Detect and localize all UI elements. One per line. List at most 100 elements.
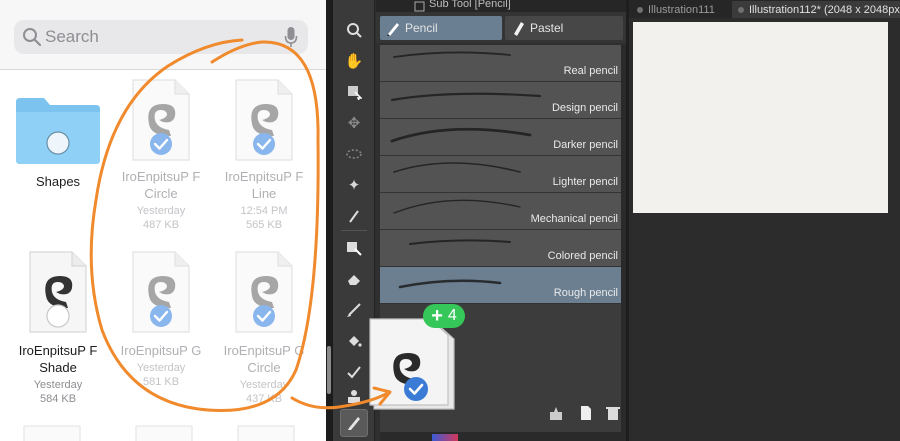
file-name: IroEnpitsuP G Circle — [223, 343, 305, 375]
canvas-tab-label: Illustration111 — [648, 3, 715, 16]
subtool-menu-icon[interactable] — [414, 0, 426, 12]
move-arrows-icon: ✥ — [347, 115, 361, 132]
brush-icon — [347, 303, 361, 317]
subtool-brush-row[interactable]: Lighter pencil — [380, 156, 621, 193]
color-swatch[interactable] — [432, 434, 458, 441]
zoom-tool-button[interactable] — [340, 16, 368, 44]
file-size: 581 KB — [142, 376, 180, 388]
tab-dot-icon — [637, 6, 643, 13]
zoom-icon — [347, 23, 362, 38]
checkmark-icon — [404, 377, 428, 401]
brush-name: Real pencil — [563, 65, 618, 77]
subtool-brush-row[interactable]: Mechanical pencil — [380, 193, 621, 230]
pencil-icon — [387, 23, 399, 36]
files-header: Search — [0, 0, 326, 70]
document-icon — [29, 251, 87, 333]
file-size: 487 KB — [142, 219, 180, 231]
pastel-icon — [514, 22, 524, 36]
file-size: 565 KB — [245, 219, 283, 231]
document-icon — [132, 251, 190, 333]
eyedropper-button[interactable] — [340, 202, 368, 230]
pencil-icon — [348, 417, 360, 430]
canvas-paper[interactable] — [633, 22, 888, 213]
file-size: 437 KB — [245, 393, 283, 405]
stamp-icon — [348, 390, 360, 403]
brush-name: Colored pencil — [547, 250, 618, 262]
subtool-group-tabs: Pencil Pastel — [376, 12, 626, 43]
operation-icon — [348, 86, 362, 100]
subtool-brush-row[interactable]: Design pencil — [380, 82, 621, 119]
document-icon — [132, 79, 190, 161]
brush-name: Mechanical pencil — [530, 213, 618, 225]
eyedropper-icon — [349, 210, 359, 223]
brush-tool-button[interactable] — [340, 296, 368, 324]
brush-name: Rough pencil — [553, 287, 618, 299]
canvas-tab-bar: Illustration111 Illustration112* (2048 x… — [629, 0, 900, 18]
subtool-brush-row[interactable]: Darker pencil — [380, 119, 621, 156]
subtool-brush-row[interactable]: Rough pencil — [380, 267, 621, 304]
panel-divider — [626, 0, 629, 441]
mic-icon[interactable] — [284, 26, 298, 48]
document-icon — [235, 251, 293, 333]
gradient-tool-button[interactable] — [340, 358, 368, 386]
pencil-tool-button[interactable] — [340, 409, 368, 437]
subtool-brush-row[interactable]: Real pencil — [380, 45, 621, 82]
fill-icon — [349, 336, 362, 347]
canvas-tab-active[interactable]: Illustration112* (2048 x 2048px — [732, 1, 900, 18]
file-date: Yesterday — [136, 205, 186, 217]
new-subtool-icon[interactable] — [578, 405, 594, 421]
subtool-settings-icon[interactable] — [548, 405, 564, 421]
lasso-tool-button[interactable] — [340, 140, 368, 168]
tab-label: Pencil — [405, 21, 438, 35]
file-item[interactable]: IroEnpitsuP G Yesterday 581 KB — [111, 250, 211, 389]
checkmark-icon — [150, 133, 172, 155]
file-item[interactable]: IroEnpitsuP F Shade Yesterday 584 KB — [8, 250, 108, 406]
search-field[interactable]: Search — [14, 20, 308, 54]
files-browser: Search Shapes IroEnpitsuP F Circle Yeste… — [0, 0, 326, 441]
file-date: Yesterday — [136, 362, 186, 374]
file-date: 12:54 PM — [240, 205, 288, 217]
file-name: IroEnpitsuP G — [120, 343, 202, 358]
document-icon — [235, 79, 293, 161]
fill-tool-button[interactable] — [340, 327, 368, 355]
tab-pastel[interactable]: Pastel — [505, 16, 623, 40]
file-item[interactable]: IroEnpitsuP G Circle Yesterday 437 KB — [214, 250, 314, 406]
transform-tool-button[interactable]: ✥ — [340, 109, 368, 137]
folder-icon — [16, 98, 100, 164]
brush-name: Darker pencil — [553, 139, 618, 151]
brush-name: Design pencil — [551, 102, 618, 114]
folder-shapes[interactable]: Shapes — [8, 96, 108, 190]
screen: Search Shapes IroEnpitsuP F Circle Yeste… — [0, 0, 900, 441]
file-item[interactable]: IroEnpitsuP F Line 12:54 PM 565 KB — [214, 78, 314, 232]
pen-tool-button[interactable] — [340, 234, 368, 262]
checkmark-icon — [253, 133, 275, 155]
hand-icon: ✋ — [344, 53, 364, 70]
pen-icon — [347, 242, 362, 256]
file-item[interactable]: IroEnpitsuP F Circle Yesterday 487 KB — [111, 78, 211, 232]
subtool-title-bar: Sub Tool [Pencil] — [376, 0, 626, 12]
drag-count: 4 — [447, 307, 457, 324]
tab-label: Pastel — [530, 21, 564, 35]
move-tool-button[interactable]: ✋ — [340, 47, 368, 75]
color-strip — [380, 432, 621, 441]
operation-tool-button[interactable] — [340, 78, 368, 106]
canvas-tab[interactable]: Illustration111 — [631, 1, 729, 18]
tab-dot-icon — [738, 6, 744, 13]
selection-circle[interactable] — [46, 304, 70, 328]
subtool-list-scrollbar[interactable] — [621, 45, 626, 441]
next-row-documents — [23, 425, 295, 441]
eraser-tool-button[interactable] — [340, 265, 368, 293]
subtool-brush-row[interactable]: Colored pencil — [380, 230, 621, 267]
file-name: Shapes — [35, 174, 81, 189]
tab-pencil[interactable]: Pencil — [380, 16, 502, 40]
search-icon — [23, 28, 42, 47]
checkmark-icon — [253, 305, 275, 327]
wand-icon: ✦ — [347, 177, 361, 194]
file-name: IroEnpitsuP F Circle — [121, 169, 201, 201]
file-date: Yesterday — [33, 379, 83, 391]
trash-icon[interactable] — [605, 405, 621, 421]
figure-tool-button[interactable] — [340, 383, 368, 411]
file-date: Yesterday — [239, 379, 289, 391]
toolbar-separator — [341, 230, 367, 231]
magic-wand-button[interactable]: ✦ — [340, 171, 368, 199]
